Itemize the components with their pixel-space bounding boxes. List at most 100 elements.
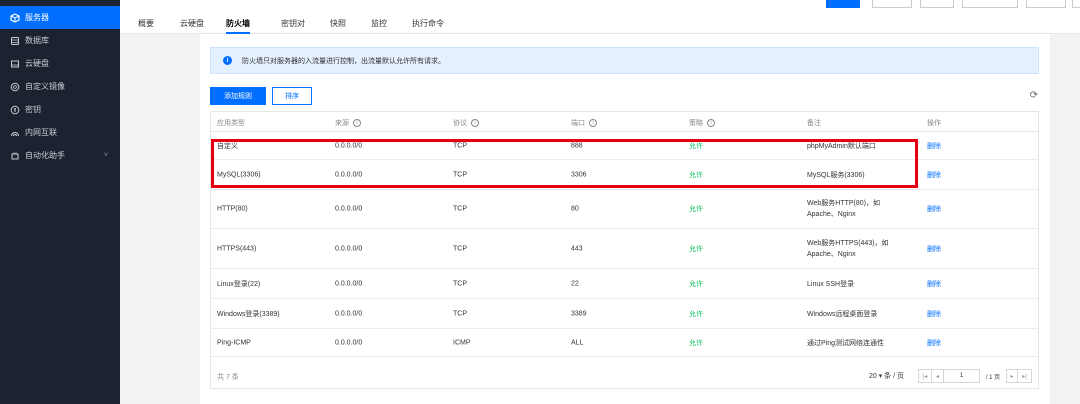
sidebar-item-label: 服务器 — [25, 13, 49, 22]
sidebar-item-label: 内网互联 — [25, 128, 57, 137]
automation-icon — [10, 151, 20, 161]
toolbar-button[interactable] — [826, 0, 860, 8]
cell-note: Linux SSH登录 — [807, 280, 855, 288]
help-icon[interactable]: i — [707, 119, 715, 127]
page-size-select[interactable]: 20 ▾ 条 / 页 — [869, 371, 904, 381]
cell-type: Windows登录(3389) — [217, 310, 280, 318]
cell-protocol: TCP — [453, 310, 467, 317]
notice-text: 防火墙只对服务器的入流量进行控制，出流量默认允许所有请求。 — [242, 57, 445, 65]
sidebar-item-label: 自定义镜像 — [25, 82, 65, 91]
delete-link[interactable]: 删除 — [927, 244, 941, 254]
info-notice: i 防火墙只对服务器的入流量进行控制，出流量默认允许所有请求。 — [210, 47, 1039, 74]
toolbar-button[interactable] — [962, 0, 1018, 8]
last-page-button[interactable]: ▸| — [1018, 369, 1032, 383]
table-row: 自定义 0.0.0.0/0 TCP 888 允许 phpMyAdmin默认端口 … — [211, 132, 1038, 160]
firewall-rules-table: 应用类型 来源 i 协议 i 端口 i 策略 i 备注 操作 自定义 0.0.0.0/0… — [210, 111, 1039, 389]
cell-port: 80 — [571, 205, 579, 213]
toolbar-button[interactable] — [872, 0, 912, 8]
sidebar-item-disk[interactable]: 云硬盘 — [0, 52, 120, 75]
table-row: Windows登录(3389) 0.0.0.0/0 TCP 3389 允许 Wi… — [211, 299, 1038, 329]
col-header-policy: 策略 i — [689, 118, 715, 128]
cell-port: ALL — [571, 339, 584, 346]
sidebar-item-server[interactable]: 服务器 — [0, 6, 120, 29]
page-input[interactable]: 1 — [944, 369, 980, 383]
cell-type: 自定义 — [217, 142, 238, 150]
cell-policy: 允许 — [689, 280, 703, 288]
tab-keypair[interactable]: 密钥对 — [281, 18, 305, 34]
col-header-note: 备注 — [807, 120, 821, 127]
sidebar-item-custom-image[interactable]: 自定义镜像 — [0, 75, 120, 98]
cell-policy: 允许 — [689, 245, 703, 253]
page-total: / 1 页 — [985, 374, 1001, 381]
cell-note: 通过Ping测试网络连通性 — [807, 339, 885, 347]
cell-type: HTTPS(443) — [217, 245, 257, 252]
sidebar-item-label: 密钥 — [25, 105, 41, 114]
toolbar-button[interactable] — [1026, 0, 1066, 8]
tab-monitor[interactable]: 监控 — [371, 18, 387, 34]
cell-source: 0.0.0.0/0 — [335, 310, 363, 317]
cell-protocol: TCP — [453, 205, 467, 213]
cell-source: 0.0.0.0/0 — [335, 205, 363, 213]
cell-type: MySQL(3306) — [217, 171, 261, 178]
server-icon — [10, 12, 20, 23]
cell-policy: 允许 — [689, 171, 703, 179]
cell-source: 0.0.0.0/0 — [335, 245, 363, 252]
cell-policy: 允许 — [689, 310, 703, 318]
delete-link[interactable]: 删除 — [927, 141, 941, 151]
toolbar-button[interactable] — [920, 0, 954, 8]
firewall-panel: i 防火墙只对服务器的入流量进行控制，出流量默认允许所有请求。 添加规则 排序 … — [200, 34, 1050, 404]
prev-page-button[interactable]: ◂ — [932, 369, 944, 383]
tab-snapshot[interactable]: 快照 — [330, 18, 346, 34]
database-icon — [10, 36, 20, 46]
help-icon[interactable]: i — [589, 119, 597, 127]
cell-type: HTTP(80) — [217, 205, 248, 213]
delete-link[interactable]: 删除 — [927, 170, 941, 180]
chevron-down-icon[interactable]: ˅ — [104, 152, 108, 159]
sidebar-item-network[interactable]: 内网互联 — [0, 121, 120, 144]
delete-link[interactable]: 删除 — [927, 204, 941, 214]
cell-note: Windows远程桌面登录 — [807, 310, 878, 318]
info-icon: i — [223, 56, 232, 65]
sidebar-item-database[interactable]: 数据库 — [0, 29, 120, 52]
refresh-icon[interactable]: ⟳ — [1028, 90, 1040, 102]
delete-link[interactable]: 删除 — [927, 279, 941, 289]
cell-protocol: TCP — [453, 142, 467, 149]
toolbar-button[interactable] — [1072, 0, 1080, 8]
cell-policy: 允许 — [689, 206, 703, 213]
sidebar-item-label: 云硬盘 — [25, 59, 49, 68]
help-icon[interactable]: i — [471, 119, 479, 127]
cell-note: MySQL服务(3306) — [807, 171, 865, 179]
tab-cloud-disk[interactable]: 云硬盘 — [180, 18, 204, 34]
sort-button[interactable]: 排序 — [272, 87, 312, 105]
sidebar-item-automation[interactable]: 自动化助手 ˅ — [0, 144, 120, 167]
cell-protocol: TCP — [453, 245, 467, 252]
cell-protocol: ICMP — [453, 339, 471, 346]
sidebar: 服务器 数据库 云硬盘 自定义镜像 密钥 内网互联 自动化助手 ˅ — [0, 0, 120, 404]
next-page-button[interactable]: ▸ — [1006, 369, 1018, 383]
col-header-port: 端口 i — [571, 118, 597, 128]
sidebar-item-key[interactable]: 密钥 — [0, 98, 120, 121]
tab-exec-command[interactable]: 执行命令 — [412, 18, 444, 34]
table-row: HTTPS(443) 0.0.0.0/0 TCP 443 允许 Web服务HTT… — [211, 229, 1038, 269]
cell-policy: 允许 — [689, 339, 703, 347]
cell-port: 3306 — [571, 171, 587, 178]
top-bar: 概要 云硬盘 防火墙 密钥对 快照 监控 执行命令 — [120, 0, 1080, 34]
disk-icon — [10, 59, 20, 69]
add-rule-button[interactable]: 添加规则 — [210, 87, 266, 105]
sidebar-item-label: 自动化助手 — [25, 151, 65, 160]
table-row: Ping-ICMP 0.0.0.0/0 ICMP ALL 允许 通过Ping测试… — [211, 329, 1038, 357]
cell-port: 443 — [571, 245, 583, 252]
image-icon — [10, 82, 20, 92]
network-icon — [10, 128, 20, 138]
tab-overview[interactable]: 概要 — [138, 18, 154, 34]
delete-link[interactable]: 删除 — [927, 309, 941, 319]
first-page-button[interactable]: |◂ — [918, 369, 932, 383]
sidebar-item-label: 数据库 — [25, 36, 49, 45]
help-icon[interactable]: i — [353, 119, 361, 127]
delete-link[interactable]: 删除 — [927, 338, 941, 348]
total-count: 共 7 条 — [217, 374, 239, 381]
cell-protocol: TCP — [453, 171, 467, 178]
pagination: 20 ▾ 条 / 页 |◂ ◂ 1 / 1 页 ▸ ▸| — [869, 369, 1032, 383]
col-header-type: 应用类型 — [217, 120, 245, 127]
tab-firewall[interactable]: 防火墙 — [226, 18, 250, 34]
